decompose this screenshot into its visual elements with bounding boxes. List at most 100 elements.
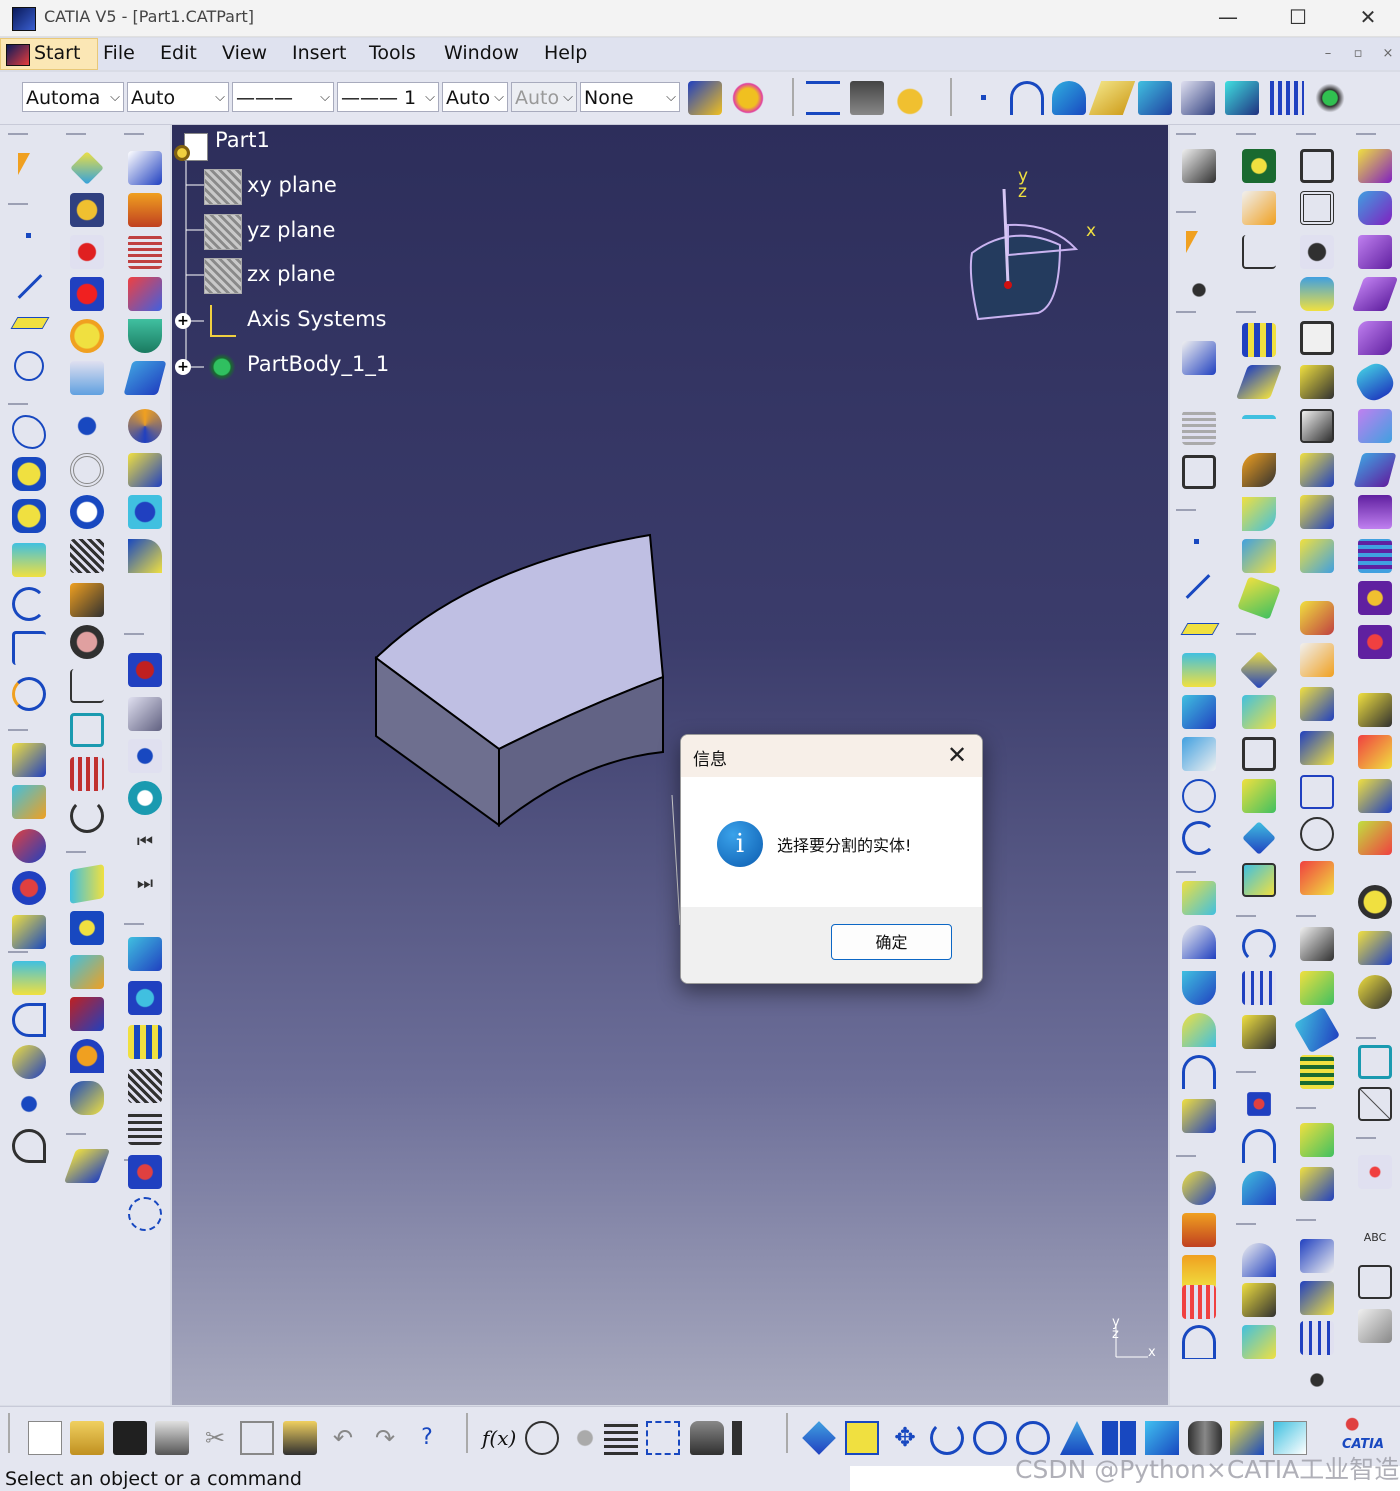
simulation-icon[interactable] [128,1155,162,1189]
variable-fillet-icon[interactable] [1242,453,1276,487]
video-icon[interactable] [128,937,162,971]
lamp-icon[interactable] [128,739,162,773]
color-cube-icon[interactable] [1358,735,1392,769]
shell-tool-icon[interactable] [1242,1171,1276,1205]
stack-tool-icon[interactable] [1300,1123,1334,1157]
mountain-icon[interactable] [1182,1325,1216,1359]
box-split-icon[interactable] [1300,927,1334,961]
whats-this-icon[interactable]: ? [410,1421,444,1455]
wire-box-icon[interactable] [1300,775,1334,809]
red-box-icon[interactable] [1300,861,1334,895]
multi-section-icon[interactable] [128,453,162,487]
thick-surface-icon[interactable] [1358,539,1392,573]
graph-icon[interactable] [1242,235,1276,269]
hole-icon[interactable] [1300,235,1334,269]
sweep-tool-icon[interactable] [1182,881,1216,915]
camera-icon[interactable] [128,653,162,687]
snap-point-icon[interactable] [1182,273,1216,307]
solid-combine-icon[interactable] [1351,358,1399,406]
plane-icon[interactable] [204,214,242,250]
knowledge-icon[interactable] [568,1421,602,1455]
crosshair-icon[interactable] [1247,1092,1271,1116]
bottles-icon[interactable] [1300,1239,1334,1273]
table-icon[interactable] [128,1111,162,1145]
variable-draft-icon[interactable] [1300,539,1334,573]
measure-item-icon[interactable] [850,81,884,115]
minimize-button[interactable]: — [1193,0,1263,36]
spline-icon[interactable] [1010,81,1044,115]
healing-icon[interactable] [12,871,46,905]
mdi-minimize-button[interactable]: – [1316,44,1340,64]
chamfer-icon[interactable] [1300,409,1334,443]
arc-icon[interactable] [1182,821,1216,855]
tree-root-icon[interactable] [174,133,208,163]
colored-block-icon[interactable] [1358,821,1392,855]
plane-tool-icon[interactable] [1180,623,1220,635]
tritangent-icon[interactable] [1242,539,1276,573]
shell-icon[interactable] [1300,321,1334,355]
loft-icon[interactable] [1182,1013,1216,1047]
fillet-icon[interactable] [12,961,46,995]
compass-base[interactable] [969,234,1062,321]
fly-mode-icon[interactable] [802,1421,836,1455]
menu-edit[interactable]: Edit [160,42,197,64]
fast-forward-icon[interactable]: ⏭ [128,867,162,901]
extrapolate-icon[interactable] [1242,779,1276,813]
measure-between-icon[interactable] [806,81,840,115]
remove-face-icon[interactable] [1237,576,1281,620]
intersect-icon[interactable] [1182,695,1216,729]
checker-icon[interactable] [1358,779,1392,813]
copy-icon[interactable] [240,1421,274,1455]
revolve-tool-icon[interactable] [1182,925,1216,959]
tree-item-xy-plane[interactable]: xy plane [247,173,337,197]
tree-item-yz-plane[interactable]: yz plane [247,218,335,242]
split-icon[interactable] [1358,495,1392,529]
orbit-icon[interactable] [128,1197,162,1231]
plane-icon[interactable] [1088,81,1136,115]
rotate-tool-icon[interactable] [1242,929,1276,963]
line-icon[interactable] [17,274,43,299]
circle-tool-icon[interactable] [1182,779,1216,813]
reference-element-icon[interactable] [128,151,162,185]
axis-tool-icon[interactable] [70,409,104,443]
scroll-icon[interactable] [70,583,104,617]
umbrella-icon[interactable] [70,1039,104,1073]
bell-icon[interactable] [1242,1243,1276,1277]
symmetry-tool-icon[interactable] [1239,650,1279,690]
new-document-icon[interactable] [28,1421,62,1455]
symmetry-icon[interactable] [70,911,104,945]
render-style-combo[interactable]: None ⌵ [580,82,680,112]
removed-multi-section-icon[interactable] [1353,453,1397,487]
point-tool-icon[interactable] [1194,539,1199,544]
plane-tool-icon[interactable] [10,317,50,329]
sparkle-icon[interactable] [1358,1155,1392,1189]
gear-tool-icon[interactable] [1242,1015,1276,1049]
hand-icon[interactable] [70,495,104,529]
sketch-curve-icon[interactable] [12,1129,46,1163]
hide-show-icon[interactable] [1138,81,1172,115]
stack-layer-icon[interactable] [1300,1167,1334,1201]
connect-curve-icon[interactable] [12,677,46,711]
project-icon[interactable] [12,543,46,577]
fit-all-icon[interactable] [845,1421,879,1455]
bug-icon[interactable] [1182,1171,1216,1205]
shaft-icon[interactable] [1300,191,1334,225]
draft-icon[interactable] [1182,341,1216,375]
turntable-icon[interactable] [128,697,162,731]
mirror-icon[interactable] [1235,365,1283,399]
maximize-button[interactable]: ☐ [1263,0,1333,36]
sketcher-icon[interactable] [1182,149,1216,183]
books-icon[interactable] [1300,1281,1334,1315]
particle-icon[interactable] [128,981,162,1015]
undo-icon[interactable]: ↶ [326,1421,360,1455]
boolean-icon[interactable] [1358,625,1392,659]
prism-icon[interactable] [1300,731,1334,765]
start-menu[interactable]: Start [0,38,98,70]
analysis-icon[interactable] [70,277,104,311]
boundary-icon[interactable] [12,743,46,777]
transparency-combo[interactable]: Auto ⌵ [127,82,229,112]
wireframe-icon[interactable] [70,193,104,227]
frame-icon[interactable] [1182,455,1216,489]
formula-icon[interactable]: f(x) [482,1421,516,1455]
edge-fillet-icon[interactable] [1242,415,1276,449]
